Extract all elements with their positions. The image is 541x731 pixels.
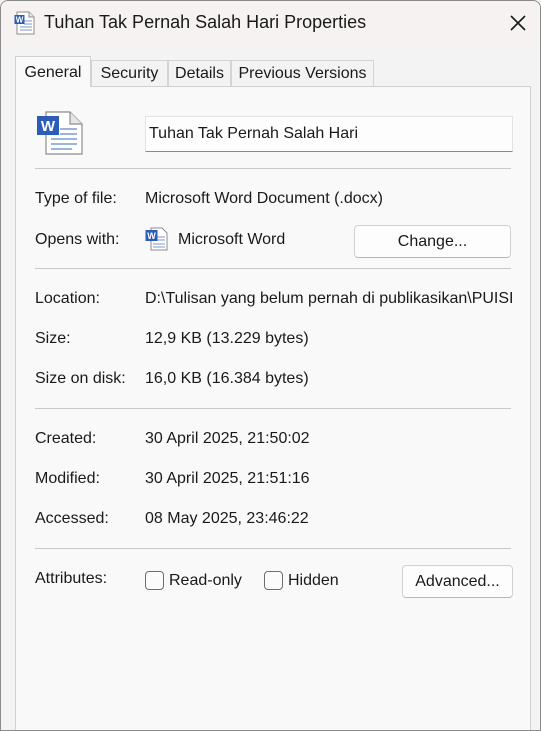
size-on-disk-label: Size on disk: xyxy=(35,370,126,387)
advanced-button[interactable]: Advanced... xyxy=(402,565,513,598)
opens-with-label: Opens with: xyxy=(35,231,120,248)
read-only-label[interactable]: Read-only xyxy=(169,572,242,590)
window-title: Tuhan Tak Pernah Salah Hari Properties xyxy=(44,12,367,32)
svg-text:W: W xyxy=(16,16,24,25)
file-name-input[interactable] xyxy=(145,116,513,152)
divider xyxy=(35,268,511,269)
word-document-icon: W xyxy=(37,111,83,155)
word-document-icon: W xyxy=(14,11,35,35)
modified-label: Modified: xyxy=(35,470,100,487)
tab-details[interactable]: Details xyxy=(168,60,231,86)
title-bar[interactable]: W Tuhan Tak Pernah Salah Hari Properties xyxy=(1,1,540,45)
divider xyxy=(35,408,511,409)
size-on-disk-value: 16,0 KB (16.384 bytes) xyxy=(145,370,309,387)
properties-window: W Tuhan Tak Pernah Salah Hari Properties… xyxy=(0,0,541,731)
accessed-value: 08 May 2025, 23:46:22 xyxy=(145,510,309,527)
size-value: 12,9 KB (13.229 bytes) xyxy=(145,330,309,347)
svg-text:W: W xyxy=(147,231,156,241)
opens-with-value: Microsoft Word xyxy=(178,231,286,248)
location-label: Location: xyxy=(35,290,100,307)
read-only-checkbox[interactable] xyxy=(145,571,164,590)
divider xyxy=(35,168,511,169)
tab-previous-versions[interactable]: Previous Versions xyxy=(231,60,374,86)
microsoft-word-icon: W xyxy=(145,227,168,251)
type-of-file-value: Microsoft Word Document (.docx) xyxy=(145,190,383,207)
tab-security[interactable]: Security xyxy=(91,60,168,86)
close-icon xyxy=(510,15,526,31)
change-button[interactable]: Change... xyxy=(354,225,511,258)
divider xyxy=(35,548,511,549)
svg-text:W: W xyxy=(41,118,56,135)
hidden-label[interactable]: Hidden xyxy=(288,572,339,590)
created-label: Created: xyxy=(35,430,97,447)
location-value: D:\Tulisan yang belum pernah di publikas… xyxy=(145,290,514,307)
close-button[interactable] xyxy=(500,6,536,40)
tab-general[interactable]: General xyxy=(15,56,91,87)
created-value: 30 April 2025, 21:50:02 xyxy=(145,430,310,447)
size-label: Size: xyxy=(35,330,71,347)
general-panel: W Type of file: Microsoft Word Document … xyxy=(15,86,531,730)
accessed-label: Accessed: xyxy=(35,510,109,527)
hidden-checkbox[interactable] xyxy=(264,571,283,590)
type-of-file-label: Type of file: xyxy=(35,190,117,207)
modified-value: 30 April 2025, 21:51:16 xyxy=(145,470,310,487)
attributes-label: Attributes: xyxy=(35,570,108,587)
